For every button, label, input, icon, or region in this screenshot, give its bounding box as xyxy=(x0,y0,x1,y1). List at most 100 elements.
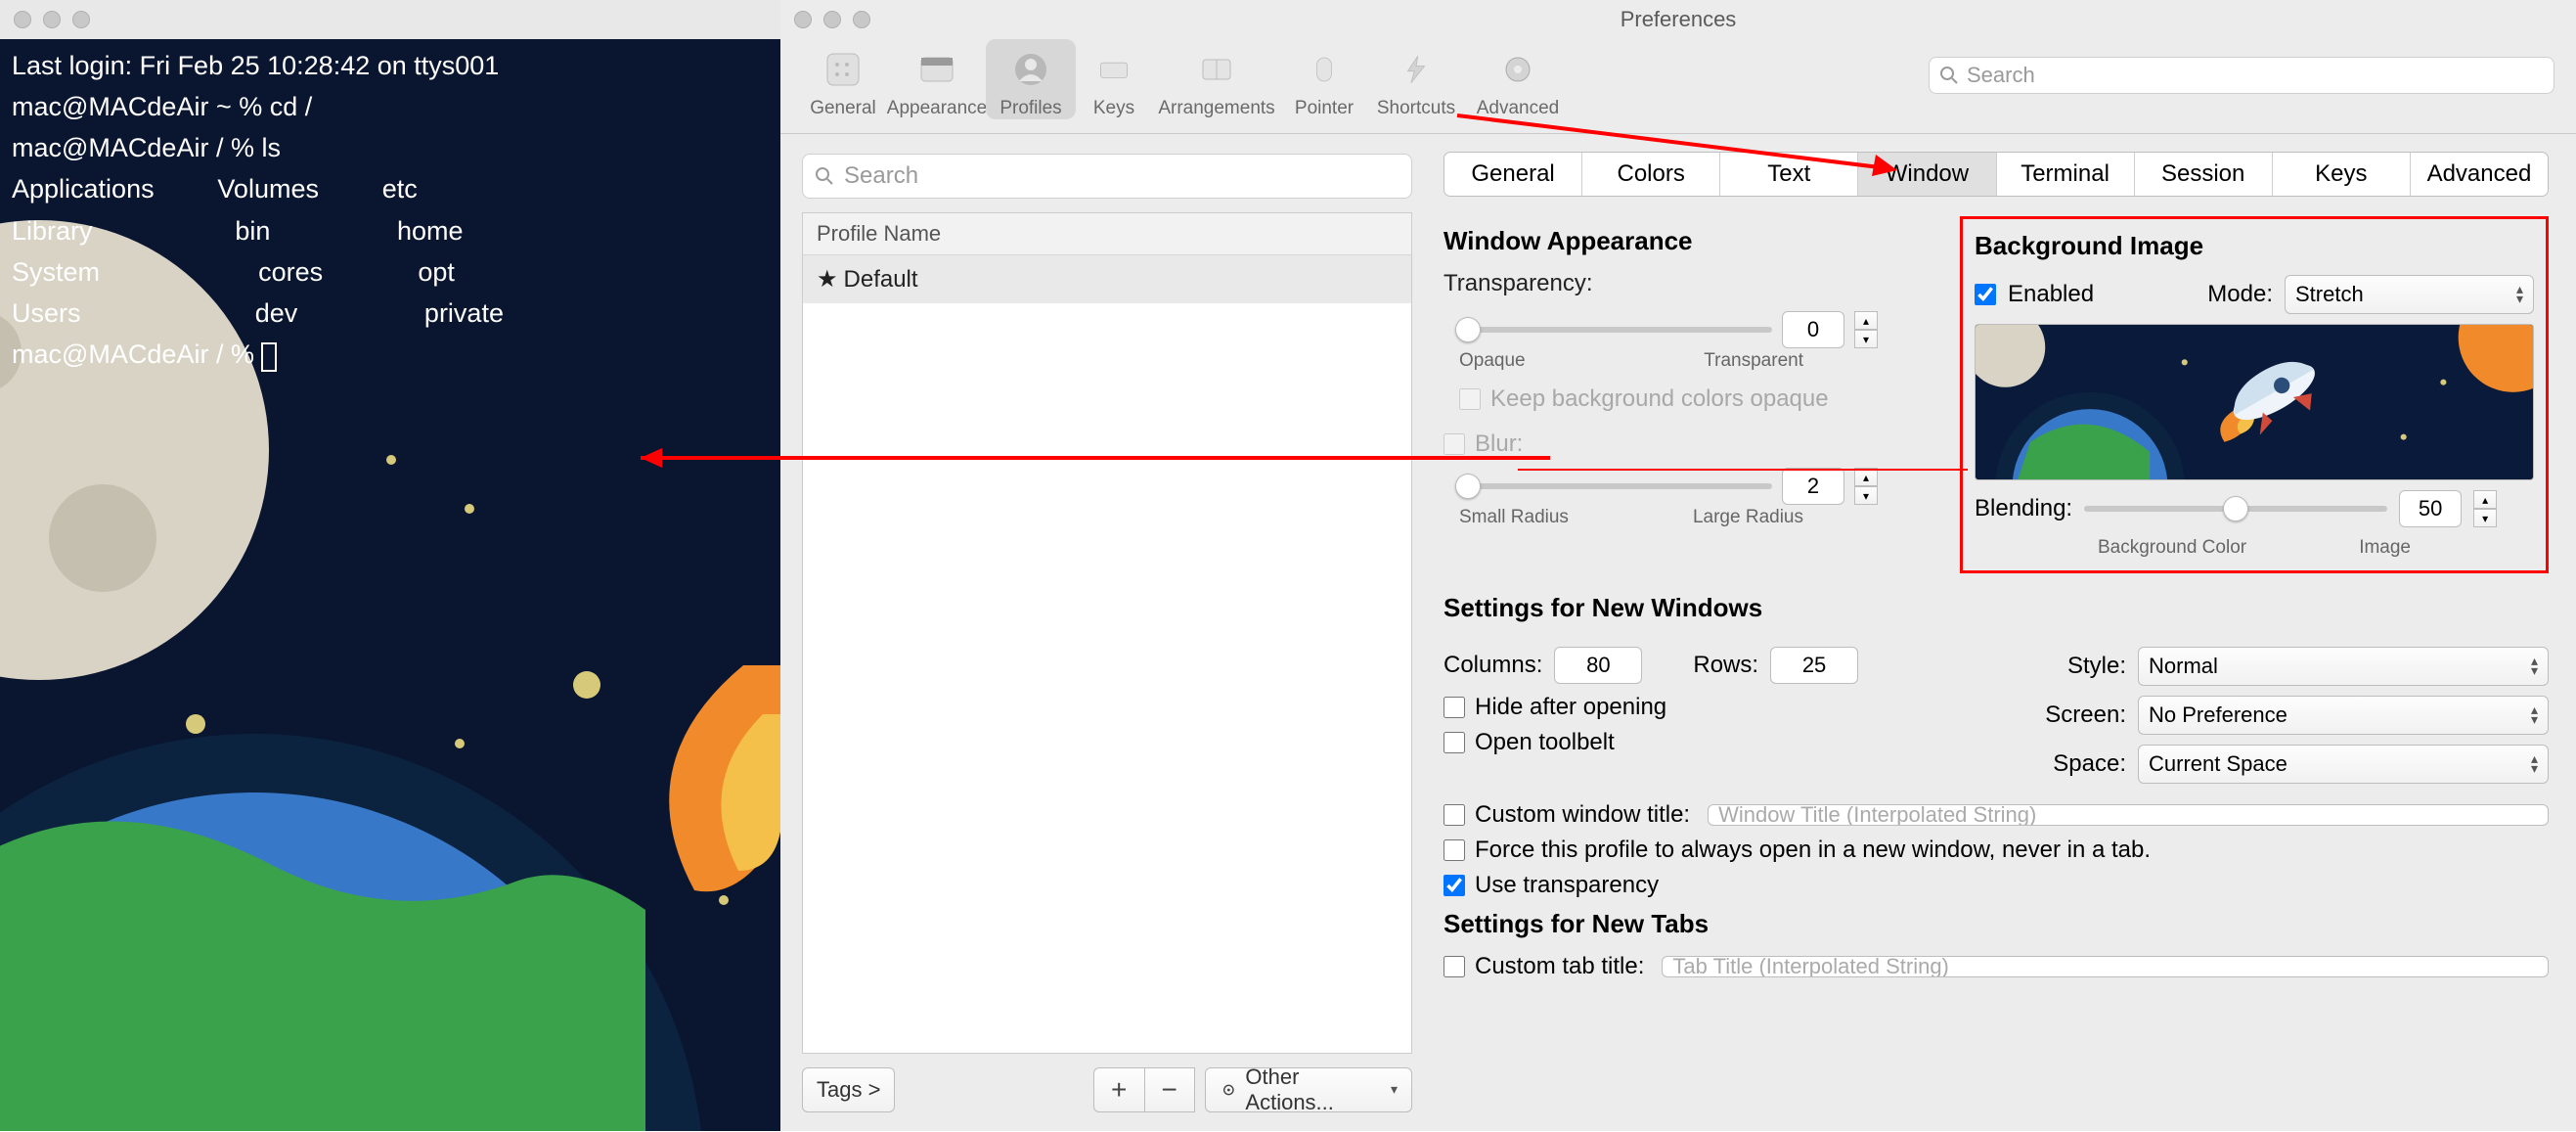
custom-window-title-checkbox[interactable] xyxy=(1443,804,1465,826)
keyboard-icon xyxy=(1091,47,1136,92)
other-actions-select[interactable]: Other Actions... ▾ xyxy=(1205,1067,1412,1112)
tab-text[interactable]: Text xyxy=(1720,153,1858,196)
blur-stepper[interactable]: ▴▾ xyxy=(1854,468,1878,505)
toolbar-profiles[interactable]: Profiles xyxy=(986,39,1076,119)
add-profile-button[interactable]: + xyxy=(1093,1067,1144,1112)
profile-tab-strip: General Colors Text Window Terminal Sess… xyxy=(1443,152,2549,197)
space-select[interactable]: Current Space▴▾ xyxy=(2138,745,2549,784)
tab-window[interactable]: Window xyxy=(1858,153,1996,196)
blending-stepper[interactable]: ▴▾ xyxy=(2473,490,2497,527)
toolbar-general[interactable]: General xyxy=(798,39,888,119)
blur-checkbox xyxy=(1443,433,1465,455)
minimize-icon[interactable] xyxy=(823,11,841,28)
tab-session[interactable]: Session xyxy=(2135,153,2273,196)
blending-label: Blending: xyxy=(1975,495,2072,522)
chevron-down-icon[interactable]: ▾ xyxy=(1854,486,1878,505)
use-transparency-checkbox[interactable] xyxy=(1443,875,1465,896)
screen-select[interactable]: No Preference▴▾ xyxy=(2138,696,2549,735)
arrangements-icon xyxy=(1194,47,1239,92)
slider-thumb[interactable] xyxy=(1455,317,1481,342)
custom-window-title-input[interactable] xyxy=(1708,804,2549,826)
transparency-value-input[interactable] xyxy=(1782,311,1844,348)
tab-terminal[interactable]: Terminal xyxy=(1997,153,2135,196)
window-appearance-title: Window Appearance xyxy=(1443,226,1932,256)
toolbar-keys[interactable]: Keys xyxy=(1080,39,1148,119)
bg-image-title: Background Image xyxy=(1975,231,2534,261)
hide-checkbox[interactable] xyxy=(1443,697,1465,718)
profile-icon xyxy=(1008,47,1053,92)
toolbar-appearance[interactable]: Appearance xyxy=(892,39,982,119)
bg-enabled-checkbox[interactable] xyxy=(1975,284,1996,305)
tab-advanced[interactable]: Advanced xyxy=(2411,153,2548,196)
keep-opaque-label: Keep background colors opaque xyxy=(1490,385,1829,413)
columns-input[interactable] xyxy=(1554,647,1642,684)
transparency-stepper[interactable]: ▴▾ xyxy=(1854,311,1878,348)
profile-row-default[interactable]: ★ Default xyxy=(803,255,1411,303)
gear-icon xyxy=(1220,1080,1238,1100)
chevron-updown-icon: ▴▾ xyxy=(2516,285,2523,304)
profile-name: Default xyxy=(844,266,918,294)
star-icon: ★ xyxy=(817,265,838,294)
bolt-icon xyxy=(1394,47,1439,92)
tab-general[interactable]: General xyxy=(1444,153,1582,196)
blur-slider[interactable] xyxy=(1459,483,1772,489)
terminal-text: Last login: Fri Feb 25 10:28:42 on ttys0… xyxy=(12,47,504,377)
tab-colors[interactable]: Colors xyxy=(1582,153,1720,196)
blending-slider[interactable] xyxy=(2084,506,2387,512)
preferences-toolbar: General Appearance Profiles Keys Arrange… xyxy=(780,39,2576,134)
annotation-underline xyxy=(1518,469,1968,471)
bg-image-preview[interactable] xyxy=(1975,324,2534,480)
keep-opaque-checkbox xyxy=(1459,388,1481,410)
toolbar-arrangements[interactable]: Arrangements xyxy=(1152,39,1281,119)
tags-button[interactable]: Tags > xyxy=(802,1067,895,1112)
custom-tab-title-checkbox[interactable] xyxy=(1443,956,1465,977)
mode-select[interactable]: Stretch ▴▾ xyxy=(2285,275,2534,314)
search-icon xyxy=(1939,66,1959,85)
columns-label: Columns: xyxy=(1443,652,1542,679)
profile-settings-pane: General Colors Text Window Terminal Sess… xyxy=(1434,134,2576,1132)
terminal-window: Last login: Fri Feb 25 10:28:42 on ttys0… xyxy=(0,0,780,1131)
preferences-title: Preferences xyxy=(1621,7,1737,32)
slider-thumb[interactable] xyxy=(1455,474,1481,499)
blur-value-input[interactable] xyxy=(1782,468,1844,505)
maximize-icon[interactable] xyxy=(853,11,870,28)
gear-icon xyxy=(1495,47,1540,92)
mouse-icon xyxy=(1302,47,1347,92)
minimize-icon[interactable] xyxy=(43,11,61,28)
profile-search-input[interactable]: Search xyxy=(802,154,1412,199)
force-new-window-checkbox[interactable] xyxy=(1443,839,1465,861)
chevron-up-icon[interactable]: ▴ xyxy=(1854,311,1878,330)
close-icon[interactable] xyxy=(14,11,31,28)
toolbelt-checkbox[interactable] xyxy=(1443,732,1465,753)
custom-tab-title-input[interactable] xyxy=(1662,956,2549,977)
mode-label: Mode: xyxy=(2207,281,2273,308)
blending-value-input[interactable] xyxy=(2399,490,2462,527)
terminal-titlebar xyxy=(0,0,780,39)
chevron-down-icon[interactable]: ▾ xyxy=(2473,509,2497,527)
transparency-slider[interactable] xyxy=(1459,327,1772,333)
blur-label: Blur: xyxy=(1475,430,1523,458)
new-tabs-title: Settings for New Tabs xyxy=(1443,909,2549,939)
background-image-panel: Background Image Enabled Mode: Stretch ▴… xyxy=(1960,216,2549,573)
tab-keys[interactable]: Keys xyxy=(2273,153,2411,196)
maximize-icon[interactable] xyxy=(72,11,90,28)
chevron-down-icon: ▾ xyxy=(1391,1085,1398,1095)
preferences-window: Preferences General Appearance Profiles … xyxy=(780,0,2576,1131)
profiles-sidebar: Search Profile Name ★ Default Tags > + −… xyxy=(780,134,1434,1132)
toolbar-search-input[interactable]: Search xyxy=(1929,57,2554,94)
bg-enabled-label: Enabled xyxy=(2008,281,2094,308)
toolbar-advanced[interactable]: Advanced xyxy=(1469,39,1567,119)
toolbar-pointer[interactable]: Pointer xyxy=(1285,39,1363,119)
cursor-icon xyxy=(261,342,277,372)
transparency-label: Transparency: xyxy=(1443,270,1932,297)
terminal-body[interactable]: Last login: Fri Feb 25 10:28:42 on ttys0… xyxy=(0,39,780,1131)
rows-input[interactable] xyxy=(1770,647,1858,684)
chevron-down-icon[interactable]: ▾ xyxy=(1854,330,1878,348)
style-select[interactable]: Normal▴▾ xyxy=(2138,647,2549,686)
profile-list[interactable]: Profile Name ★ Default xyxy=(802,212,1412,1054)
toolbar-shortcuts[interactable]: Shortcuts xyxy=(1367,39,1465,119)
chevron-up-icon[interactable]: ▴ xyxy=(2473,490,2497,509)
close-icon[interactable] xyxy=(794,11,812,28)
remove-profile-button[interactable]: − xyxy=(1144,1067,1195,1112)
slider-thumb[interactable] xyxy=(2223,496,2248,521)
